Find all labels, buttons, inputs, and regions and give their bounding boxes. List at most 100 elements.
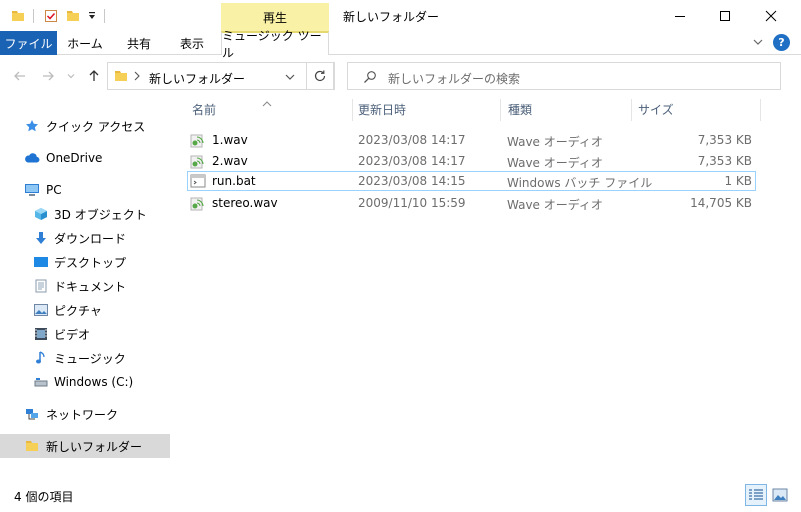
cube-icon xyxy=(33,206,49,222)
audio-file-icon xyxy=(190,153,206,169)
column-header-modified[interactable]: 更新日時 xyxy=(358,96,406,123)
tab-share[interactable]: 共有 xyxy=(113,31,165,55)
music-icon xyxy=(33,350,49,366)
search-placeholder: 新しいフォルダーの検索 xyxy=(388,72,521,86)
refresh-button[interactable] xyxy=(306,62,334,90)
sidebar-item-pc[interactable]: PC xyxy=(0,178,170,202)
file-size: 7,353 KB xyxy=(697,154,752,168)
sidebar-item-label: PC xyxy=(46,183,62,197)
file-row[interactable]: 1.wav 2023/03/08 14:17 Wave オーディオ 7,353 … xyxy=(187,130,756,150)
recent-locations-button[interactable] xyxy=(64,65,78,87)
new-folder-icon[interactable] xyxy=(65,8,81,24)
sidebar-item-desktop[interactable]: デスクトップ xyxy=(0,250,170,274)
cloud-icon xyxy=(24,150,40,166)
file-row[interactable]: 2.wav 2023/03/08 14:17 Wave オーディオ 7,353 … xyxy=(187,151,756,171)
large-icons-view-button[interactable] xyxy=(769,484,791,506)
download-icon xyxy=(33,230,49,246)
folder-icon xyxy=(24,438,40,454)
maximize-button[interactable] xyxy=(702,0,748,31)
sort-ascending-icon xyxy=(262,96,272,110)
sidebar-item-documents[interactable]: ドキュメント xyxy=(0,274,170,298)
details-view-icon xyxy=(749,489,763,500)
details-view-button[interactable] xyxy=(745,484,767,506)
customize-toolbar-icon[interactable] xyxy=(86,8,98,24)
close-button[interactable] xyxy=(748,0,794,31)
picture-icon xyxy=(33,302,49,318)
file-row[interactable]: stereo.wav 2009/11/10 15:59 Wave オーディオ 1… xyxy=(187,193,756,213)
status-bar: 4 個の項目 xyxy=(0,480,801,512)
file-row[interactable]: run.bat 2023/03/08 14:15 Windows バッチ ファイ… xyxy=(187,171,756,191)
file-name: stereo.wav xyxy=(212,196,278,210)
separator xyxy=(33,9,34,23)
address-history-dropdown-icon[interactable] xyxy=(284,71,296,86)
tab-home[interactable]: ホーム xyxy=(57,31,113,55)
sidebar-item-label: 新しいフォルダー xyxy=(46,439,143,454)
sidebar-item-quick-access[interactable]: クイック アクセス xyxy=(0,114,170,138)
column-divider[interactable] xyxy=(500,99,501,121)
video-icon xyxy=(33,326,49,342)
tab-music-tools[interactable]: ミュージック ツール xyxy=(221,29,329,60)
sidebar-item-downloads[interactable]: ダウンロード xyxy=(0,226,170,250)
help-icon[interactable]: ? xyxy=(773,34,790,51)
search-input[interactable]: 新しいフォルダーの検索 xyxy=(347,62,781,90)
sidebar-item-label: 3D オブジェクト xyxy=(54,207,147,222)
up-button[interactable] xyxy=(84,65,104,87)
forward-button[interactable] xyxy=(38,65,58,87)
audio-file-icon xyxy=(190,195,206,211)
column-divider[interactable] xyxy=(352,99,353,121)
computer-icon xyxy=(24,182,40,198)
column-header-size[interactable]: サイズ xyxy=(638,96,674,123)
column-header-name[interactable]: 名前 xyxy=(192,96,216,123)
sidebar-item-label: ビデオ xyxy=(54,327,91,342)
search-icon xyxy=(363,70,377,87)
file-modified: 2023/03/08 14:17 xyxy=(358,154,466,168)
file-modified: 2023/03/08 14:15 xyxy=(358,174,466,188)
file-type: Wave オーディオ xyxy=(507,135,603,149)
audio-file-icon xyxy=(190,132,206,148)
column-header-type[interactable]: 種類 xyxy=(508,96,532,123)
file-size: 1 KB xyxy=(724,174,752,188)
sidebar-item-label: OneDrive xyxy=(46,151,103,165)
address-bar[interactable]: 新しいフォルダー xyxy=(107,62,335,90)
sidebar-item-new-folder[interactable]: 新しいフォルダー xyxy=(0,434,170,458)
file-size: 7,353 KB xyxy=(697,133,752,147)
back-button[interactable] xyxy=(10,65,30,87)
folder-icon xyxy=(10,8,26,24)
tab-view[interactable]: 表示 xyxy=(165,31,219,55)
file-modified: 2023/03/08 14:17 xyxy=(358,133,466,147)
file-size: 14,705 KB xyxy=(690,196,752,210)
column-divider[interactable] xyxy=(631,99,632,121)
ribbon-tabs: ファイル ホーム 共有 表示 ミュージック ツール ? xyxy=(0,29,801,60)
expand-ribbon-icon[interactable] xyxy=(752,36,764,51)
sidebar-item-label: ダウンロード xyxy=(54,231,127,246)
tab-file[interactable]: ファイル xyxy=(0,31,57,55)
properties-icon[interactable] xyxy=(43,8,59,24)
minimize-button[interactable] xyxy=(657,0,703,31)
title-bar: 再生 新しいフォルダー xyxy=(0,0,801,31)
file-name: 2.wav xyxy=(212,154,248,168)
sidebar-item-windows-c[interactable]: Windows (C:) xyxy=(0,370,170,394)
column-divider[interactable] xyxy=(760,99,761,121)
file-type: Wave オーディオ xyxy=(507,156,603,170)
breadcrumb-chevron-icon[interactable] xyxy=(132,70,142,85)
sidebar-item-3d-objects[interactable]: 3D オブジェクト xyxy=(0,202,170,226)
separator xyxy=(104,9,105,23)
file-list: 名前 更新日時 種類 サイズ 1.wav 2023/03/08 14:17 Wa… xyxy=(183,96,783,476)
network-icon xyxy=(24,406,40,422)
file-type: Windows バッチ ファイル xyxy=(507,176,653,190)
sidebar-item-music[interactable]: ミュージック xyxy=(0,346,170,370)
sidebar-item-network[interactable]: ネットワーク xyxy=(0,402,170,426)
folder-icon xyxy=(114,69,128,86)
sidebar-item-label: クイック アクセス xyxy=(46,119,146,134)
breadcrumb-current-folder[interactable]: 新しいフォルダー xyxy=(149,70,245,87)
sidebar-item-label: ミュージック xyxy=(54,351,126,366)
file-type: Wave オーディオ xyxy=(507,198,603,212)
sidebar-item-pictures[interactable]: ピクチャ xyxy=(0,298,170,322)
sidebar-item-videos[interactable]: ビデオ xyxy=(0,322,170,346)
refresh-icon xyxy=(314,70,326,82)
sidebar-item-onedrive[interactable]: OneDrive xyxy=(0,146,170,170)
navigation-bar: 新しいフォルダー 新しいフォルダーの検索 xyxy=(0,56,801,96)
batch-file-icon xyxy=(190,173,206,189)
sidebar-item-label: デスクトップ xyxy=(54,255,127,270)
large-icons-view-icon xyxy=(772,488,788,502)
